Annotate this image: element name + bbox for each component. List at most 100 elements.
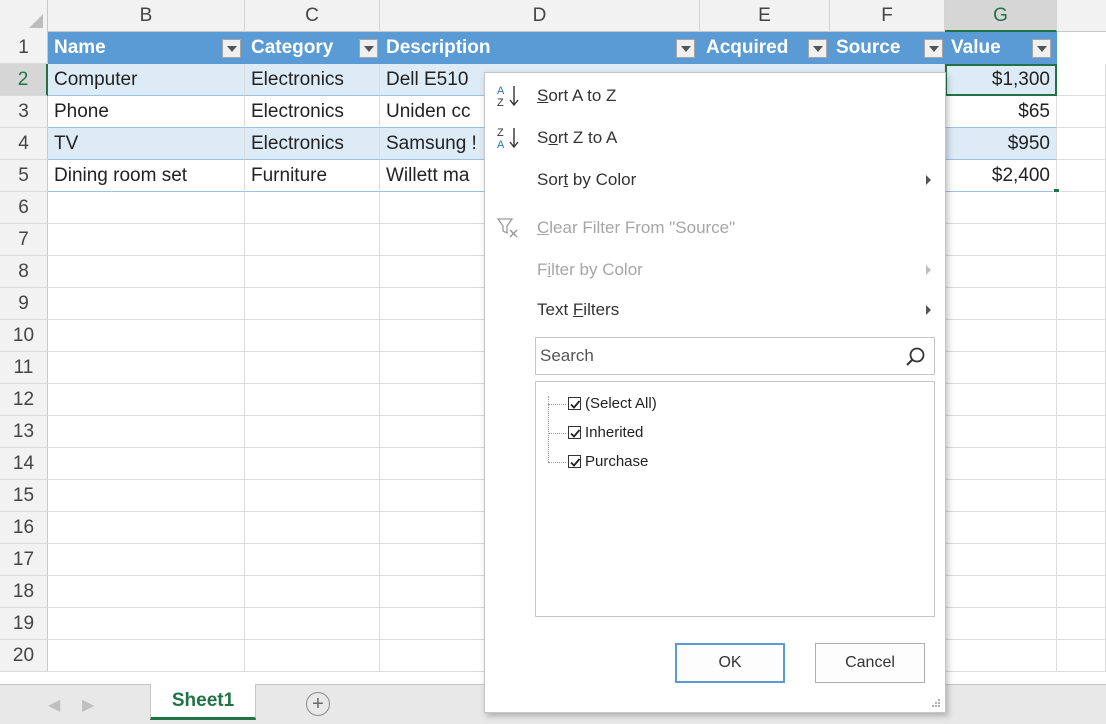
cell-empty[interactable] [945, 288, 1057, 320]
cell-empty[interactable] [1057, 96, 1106, 128]
cell-value[interactable]: $2,400 [945, 160, 1057, 192]
header-cell-description[interactable]: Description [380, 32, 700, 64]
cell-category[interactable]: Electronics [245, 64, 380, 96]
row-header-6[interactable]: 6 [0, 192, 48, 224]
cell-category[interactable]: Furniture [245, 160, 380, 192]
filter-button-description[interactable] [676, 39, 695, 58]
row-header-4[interactable]: 4 [0, 128, 48, 160]
row-header-1[interactable]: 1 [0, 32, 48, 64]
cell-empty[interactable] [1057, 256, 1106, 288]
cell-empty[interactable] [945, 384, 1057, 416]
cell-empty[interactable] [48, 544, 245, 576]
cell-empty[interactable] [945, 320, 1057, 352]
cell-empty[interactable] [48, 448, 245, 480]
cell-empty[interactable] [48, 576, 245, 608]
cancel-button[interactable]: Cancel [815, 643, 925, 683]
cell-empty[interactable] [945, 480, 1057, 512]
column-header-d[interactable]: D [380, 0, 700, 32]
cell-empty[interactable] [1057, 320, 1106, 352]
filter-search-input[interactable] [536, 338, 896, 374]
cell-empty[interactable] [48, 608, 245, 640]
cell-empty[interactable] [1057, 480, 1106, 512]
cell-empty[interactable] [245, 288, 380, 320]
menu-sort-a-to-z[interactable]: A Z Sort A to Z [485, 75, 945, 117]
cell-empty[interactable] [945, 544, 1057, 576]
cell-empty[interactable] [1057, 160, 1106, 192]
checkbox-checked-icon[interactable] [568, 397, 581, 410]
column-header-g[interactable]: G [945, 0, 1057, 32]
search-icon[interactable] [904, 345, 928, 369]
cell-value[interactable]: $65 [945, 96, 1057, 128]
checkbox-checked-icon[interactable] [568, 455, 581, 468]
cell-empty[interactable] [1057, 576, 1106, 608]
row-header-16[interactable]: 16 [0, 512, 48, 544]
filter-button-name[interactable] [222, 39, 241, 58]
row-header-7[interactable]: 7 [0, 224, 48, 256]
row-header-12[interactable]: 12 [0, 384, 48, 416]
column-header-e[interactable]: E [700, 0, 830, 32]
cell-empty[interactable] [245, 352, 380, 384]
scroll-tabs-right-icon[interactable]: ▶ [82, 695, 94, 715]
checkbox-checked-icon[interactable] [568, 426, 581, 439]
row-header-8[interactable]: 8 [0, 256, 48, 288]
cell-empty[interactable] [245, 224, 380, 256]
cell-empty[interactable] [1057, 544, 1106, 576]
cell-value[interactable]: $950 [945, 128, 1057, 160]
cell-empty[interactable] [48, 320, 245, 352]
cell-category[interactable]: Electronics [245, 128, 380, 160]
cell-empty[interactable] [1057, 416, 1106, 448]
scroll-tabs-left-icon[interactable]: ◀ [48, 695, 60, 715]
cell-empty[interactable] [245, 192, 380, 224]
cell-empty[interactable] [245, 448, 380, 480]
row-header-13[interactable]: 13 [0, 416, 48, 448]
cell-empty[interactable] [945, 192, 1057, 224]
cell-empty[interactable] [48, 384, 245, 416]
cell-empty[interactable] [245, 512, 380, 544]
filter-button-value[interactable] [1032, 39, 1051, 58]
row-header-15[interactable]: 15 [0, 480, 48, 512]
ok-button[interactable]: OK [675, 643, 785, 683]
cell-empty[interactable] [945, 576, 1057, 608]
cell-name[interactable]: Phone [48, 96, 245, 128]
menu-sort-by-color[interactable]: Sort by Color [485, 159, 945, 201]
cell-empty[interactable] [945, 608, 1057, 640]
cell-empty[interactable] [245, 544, 380, 576]
cell-empty[interactable] [1057, 384, 1106, 416]
cell-value-active[interactable]: $1,300 [945, 64, 1057, 96]
filter-button-category[interactable] [359, 39, 378, 58]
cell-empty[interactable] [48, 640, 245, 672]
cell-empty[interactable] [48, 192, 245, 224]
row-header-3[interactable]: 3 [0, 96, 48, 128]
select-all-corner[interactable] [0, 0, 48, 32]
row-header-10[interactable]: 10 [0, 320, 48, 352]
cell-empty[interactable] [245, 608, 380, 640]
cell-empty[interactable] [1057, 448, 1106, 480]
cell-empty[interactable] [945, 512, 1057, 544]
cell-empty[interactable] [945, 416, 1057, 448]
cell-empty[interactable] [48, 480, 245, 512]
filter-button-acquired[interactable] [808, 39, 827, 58]
filter-button-source[interactable] [924, 39, 943, 58]
column-header-b[interactable]: B [48, 0, 245, 32]
cell-empty[interactable] [245, 480, 380, 512]
cell-empty[interactable] [48, 416, 245, 448]
cell-empty[interactable] [1057, 224, 1106, 256]
cell-empty[interactable] [945, 448, 1057, 480]
cell-empty[interactable] [1057, 64, 1106, 96]
cell-empty[interactable] [48, 288, 245, 320]
resize-grip-icon[interactable] [931, 698, 941, 708]
cell-empty[interactable] [48, 224, 245, 256]
cell-empty[interactable] [945, 640, 1057, 672]
cell-empty[interactable] [1057, 640, 1106, 672]
row-header-19[interactable]: 19 [0, 608, 48, 640]
row-header-14[interactable]: 14 [0, 448, 48, 480]
cell-empty[interactable] [245, 416, 380, 448]
row-header-18[interactable]: 18 [0, 576, 48, 608]
cell-empty[interactable] [245, 640, 380, 672]
cell-empty[interactable] [1057, 128, 1106, 160]
cell-name[interactable]: TV [48, 128, 245, 160]
row-header-11[interactable]: 11 [0, 352, 48, 384]
cell-empty[interactable] [1057, 192, 1106, 224]
cell-empty[interactable] [48, 352, 245, 384]
cell-empty[interactable] [1057, 608, 1106, 640]
